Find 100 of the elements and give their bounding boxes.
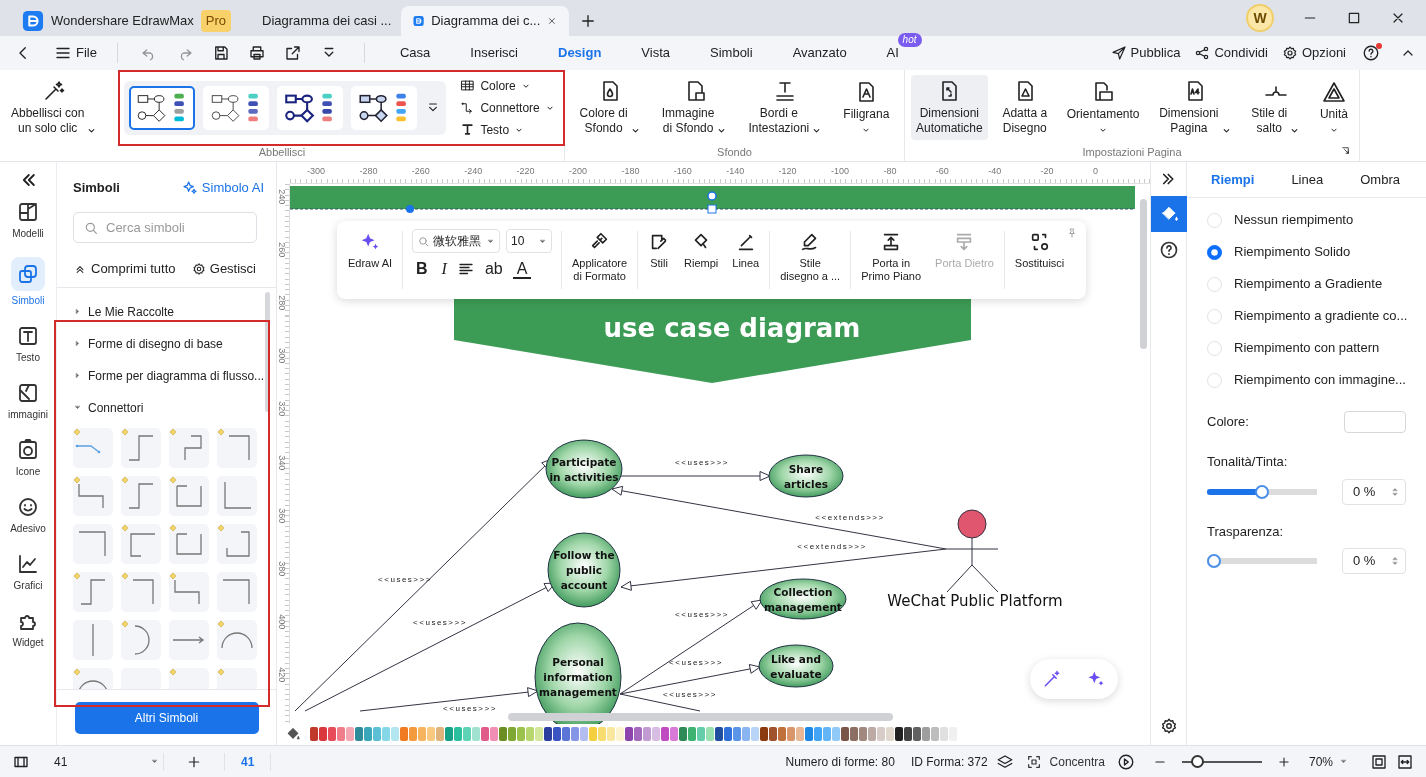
sidebar-item[interactable]: Testo [5, 318, 51, 371]
sidebar-item[interactable]: Simboli [5, 251, 51, 314]
ribbon-group-label: Impostazioni Pagina [1082, 145, 1182, 160]
ribbon-button[interactable]: Abbellisci con un solo clic [6, 75, 103, 140]
option-label: Riempimento a Gradiente [1234, 275, 1383, 294]
ribbon-button[interactable]: Orientamento [1061, 76, 1145, 139]
ruler-label: -240 [464, 164, 483, 178]
page-tab[interactable]: 41 [224, 752, 272, 771]
sidebar-item[interactable]: Adesivo [5, 489, 51, 542]
page-select[interactable]: 41 [54, 752, 164, 771]
menu-tab[interactable]: Casa [399, 39, 431, 67]
font-color-button[interactable]: A [512, 259, 532, 279]
document-tab[interactable]: Diagramma dei c... [401, 6, 569, 36]
search-field[interactable]: Cerca simboli [73, 211, 257, 243]
ribbon-button[interactable]: Filigrana [838, 76, 895, 139]
ribbon-button[interactable]: Colore di Sfondo [574, 75, 646, 140]
option-label: Nessun riempimento [1234, 211, 1354, 230]
ai-symbol-button[interactable]: Simbolo AI [177, 176, 268, 200]
manage-button[interactable]: Gestisci [191, 258, 256, 279]
category-item[interactable]: Forme di disegno di base [73, 327, 223, 360]
ruler-label: -280 [359, 164, 378, 178]
toolbar-button[interactable]: Stile disegno a ... [773, 227, 848, 293]
menu-tab[interactable]: Inserisci [470, 39, 518, 67]
option-label: Riempimento con pattern [1234, 339, 1380, 358]
collapse-all-button[interactable]: Comprimi tutto [73, 258, 176, 279]
ruler-label: -20 [1040, 164, 1054, 178]
relation-label: <<uses>>> [378, 575, 432, 584]
sidebar-item[interactable]: Widget [5, 603, 51, 656]
ruler-label: 240 [276, 189, 289, 205]
toolbar-button[interactable]: Stili [641, 227, 678, 293]
home-tab[interactable]: Wondershare EdrawMax Pro [10, 6, 243, 36]
italic-button[interactable]: I [437, 259, 451, 279]
wrap-button[interactable]: ab [480, 259, 507, 279]
edraw-ai-button[interactable]: Edraw AI [341, 227, 400, 293]
toolbar-button[interactable]: Applicatore di Formato [565, 227, 635, 293]
banner-title: use case diagram [603, 313, 861, 343]
category-item[interactable]: Connettori [73, 391, 144, 424]
ribbon-option-button[interactable]: Testo [456, 119, 559, 140]
ribbon-button[interactable]: Immagine di Sfondo [656, 75, 733, 140]
field-label: Tonalità/Tinta: [1206, 453, 1289, 471]
ruler-label: -200 [569, 164, 587, 178]
ruler-label: -120 [778, 164, 797, 178]
number-field[interactable]: 0 % [1342, 548, 1406, 574]
sidebar-item[interactable]: Grafici [5, 546, 51, 599]
bold-button[interactable]: B [412, 259, 432, 279]
relation-label: <<uses>>> [663, 690, 717, 699]
menu-tab[interactable]: Simboli [710, 39, 753, 67]
publish-button[interactable]: Pubblica [1106, 41, 1185, 65]
ribbon-button[interactable]: Dimensioni Automatiche [911, 75, 988, 140]
share-button[interactable]: Condividi [1190, 41, 1272, 65]
menu-tab[interactable]: Design [558, 39, 602, 67]
panel-tab[interactable]: Riempi [1205, 168, 1261, 191]
ruler-label: 360 [276, 507, 289, 523]
toolbar-button[interactable]: Porta in Primo Piano [854, 227, 929, 293]
use-case-node[interactable]: Participate in activities [545, 439, 623, 499]
relation-label: <<extends>>> [797, 542, 867, 551]
ribbon-button[interactable]: Dimensioni Pagina [1154, 75, 1237, 140]
ribbon-button[interactable]: Bordi e Intestazioni [743, 75, 828, 140]
ruler-label: -300 [307, 164, 325, 178]
menu-tab[interactable]: Vista [641, 39, 670, 67]
more-symbols-button[interactable]: Altri Simboli [74, 701, 259, 734]
user-avatar[interactable]: W [1246, 4, 1274, 32]
option-label: Riempimento a gradiente co... [1234, 307, 1408, 326]
toolbar-button[interactable]: Riempi [677, 227, 726, 293]
zoom-select[interactable]: 70% [1308, 752, 1348, 771]
ruler-label: -60 [935, 164, 949, 178]
use-case-node[interactable]: Share articles [768, 454, 844, 498]
option-label: Riempimento con immagine... [1234, 371, 1406, 390]
toolbar-button[interactable]: Sostituisci [1007, 227, 1072, 293]
font-size-select[interactable]: 10 [506, 229, 553, 253]
ruler-label: -160 [673, 164, 692, 178]
ribbon-group-label: Sfondo [717, 145, 752, 160]
ribbon-button[interactable]: Adatta a Disegno [997, 75, 1053, 140]
font-select[interactable]: 微软雅黑 [412, 229, 501, 253]
ribbon-option-button[interactable]: Colore [456, 75, 559, 96]
document-tab[interactable]: Diagramma dei casi ... [243, 6, 401, 36]
ribbon-button[interactable]: Unità [1314, 76, 1353, 139]
menu-tab[interactable]: Avanzato [792, 39, 847, 67]
file-menu-button[interactable]: File [50, 41, 101, 65]
number-field[interactable]: 0 % [1342, 478, 1406, 505]
use-case-node[interactable]: Follow the public account [547, 532, 621, 608]
category-item[interactable]: Le Mie Raccolte [73, 295, 175, 328]
options-button[interactable]: Opzioni [1277, 41, 1350, 65]
sidebar-item[interactable]: immagini [5, 375, 51, 428]
ribbon-option-button[interactable]: Connettore [456, 97, 559, 118]
menu-tab[interactable]: AI [886, 39, 899, 67]
ruler-label: 320 [276, 401, 289, 417]
toolbar-button[interactable]: Linea [725, 227, 767, 293]
sidebar-item[interactable]: Modelli [5, 194, 51, 247]
panel-tab[interactable]: Linea [1285, 168, 1330, 191]
ribbon-button[interactable]: Stile di salto [1246, 75, 1306, 140]
use-case-node[interactable]: Like and evaluate [758, 644, 834, 688]
use-case-node[interactable]: Collection management [759, 578, 847, 620]
sidebar-item[interactable]: Icone [5, 432, 51, 485]
focus-button[interactable]: Concentra [1021, 752, 1109, 771]
panel-tab[interactable]: Ombra [1354, 168, 1406, 191]
relation-label: <<uses>>> [443, 704, 497, 713]
pro-badge: Pro [200, 10, 231, 32]
category-item[interactable]: Forme per diagramma di flusso... [73, 359, 265, 392]
shape-id: ID Forma: 372 [910, 753, 988, 771]
